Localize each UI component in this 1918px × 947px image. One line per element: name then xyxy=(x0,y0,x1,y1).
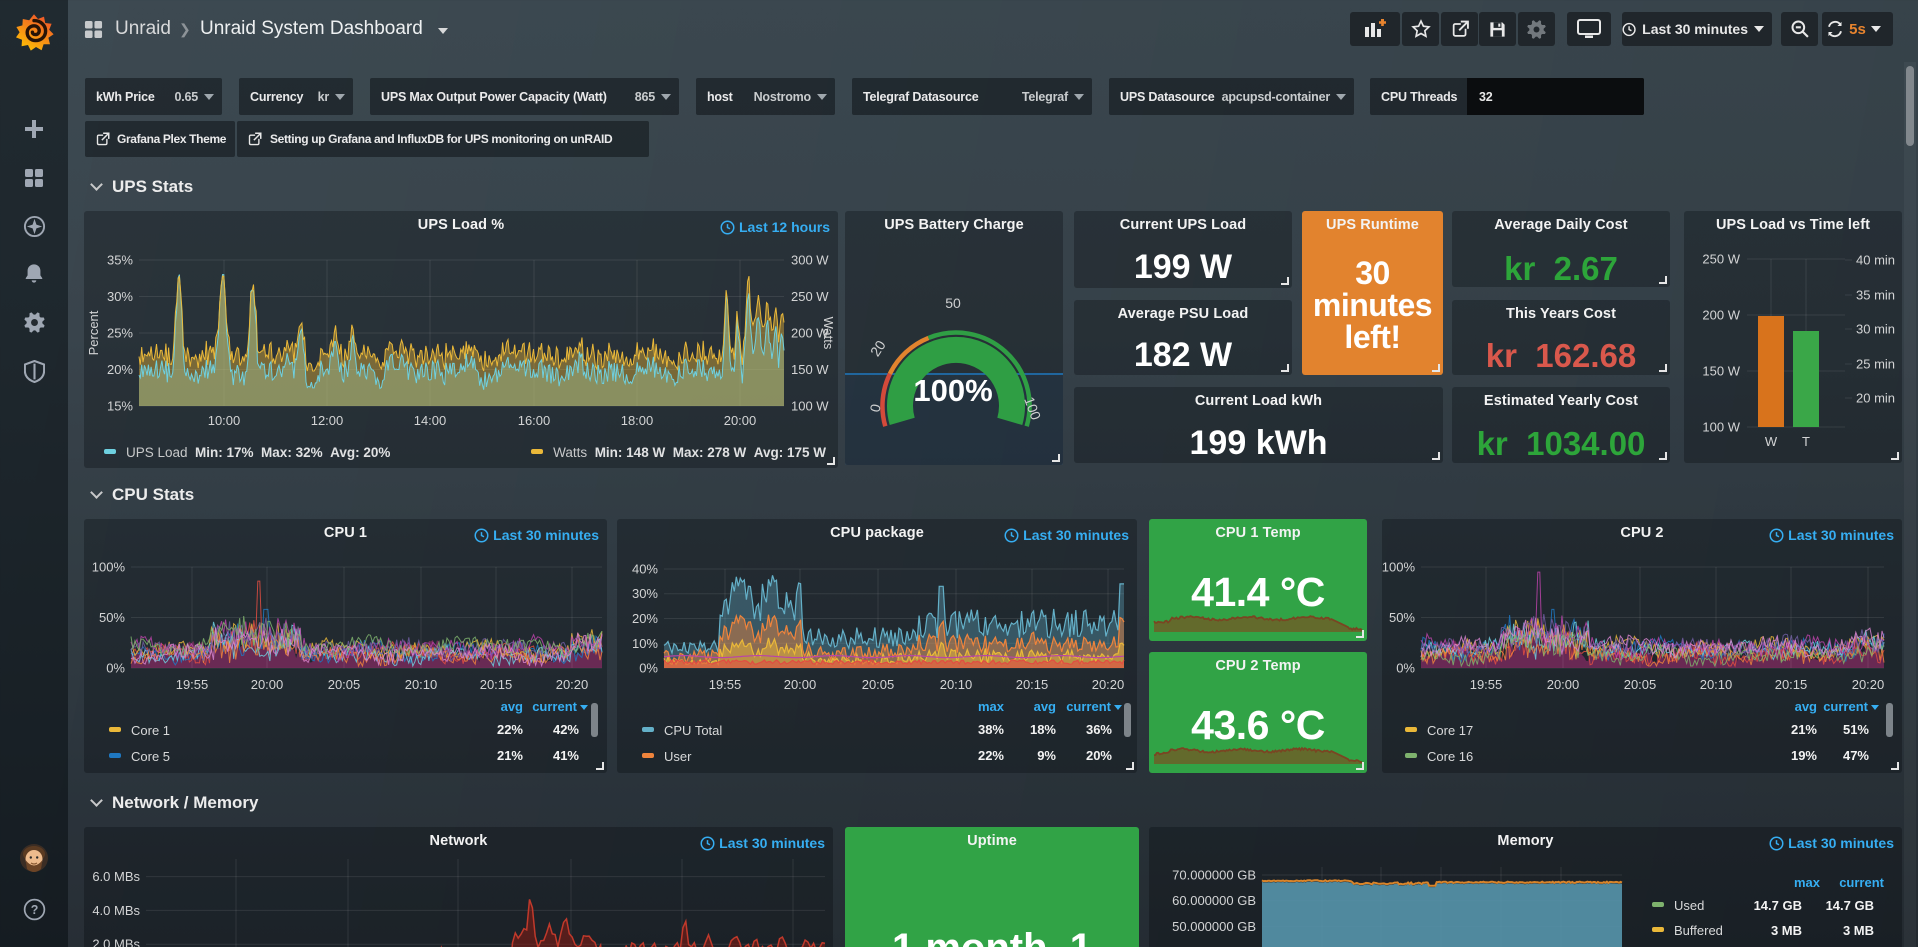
svg-text:0%: 0% xyxy=(106,661,125,676)
svg-text:20:00: 20:00 xyxy=(784,677,817,692)
svg-text:20:20: 20:20 xyxy=(1092,677,1125,692)
svg-text:19:55: 19:55 xyxy=(1470,677,1503,692)
svg-text:150 W: 150 W xyxy=(1702,364,1740,379)
svg-text:?: ? xyxy=(31,903,39,917)
svg-text:40 min: 40 min xyxy=(1856,253,1895,268)
svg-text:150 W: 150 W xyxy=(791,362,829,377)
svg-text:20:15: 20:15 xyxy=(1016,677,1049,692)
svg-text:20:00: 20:00 xyxy=(251,677,284,692)
svg-text:14:00: 14:00 xyxy=(414,413,447,428)
svg-text:70.000000 GB: 70.000000 GB xyxy=(1172,868,1256,883)
svg-text:20:15: 20:15 xyxy=(480,677,513,692)
svg-text:T: T xyxy=(1802,434,1810,449)
svg-text:20:05: 20:05 xyxy=(328,677,361,692)
svg-text:250 W: 250 W xyxy=(791,289,829,304)
svg-text:19:55: 19:55 xyxy=(709,677,742,692)
svg-text:6.0 MBs: 6.0 MBs xyxy=(92,869,140,884)
svg-text:25%: 25% xyxy=(107,326,133,341)
svg-text:20 min: 20 min xyxy=(1856,391,1895,406)
svg-text:18:00: 18:00 xyxy=(621,413,654,428)
svg-text:20:10: 20:10 xyxy=(405,677,438,692)
svg-text:100%: 100% xyxy=(1382,560,1415,575)
svg-text:2.0 MBs: 2.0 MBs xyxy=(92,937,140,947)
svg-text:20:00: 20:00 xyxy=(724,413,757,428)
svg-text:20:00: 20:00 xyxy=(1547,677,1580,692)
svg-text:19:55: 19:55 xyxy=(176,677,209,692)
svg-text:20:10: 20:10 xyxy=(1700,677,1733,692)
svg-text:50%: 50% xyxy=(99,610,125,625)
svg-text:60.000000 GB: 60.000000 GB xyxy=(1172,893,1256,908)
svg-text:35%: 35% xyxy=(107,253,133,268)
svg-text:50.000000 GB: 50.000000 GB xyxy=(1172,919,1256,934)
svg-text:300 W: 300 W xyxy=(791,253,829,268)
svg-text:10:00: 10:00 xyxy=(208,413,241,428)
svg-text:4.0 MBs: 4.0 MBs xyxy=(92,903,140,918)
svg-text:35 min: 35 min xyxy=(1856,288,1895,303)
svg-text:30%: 30% xyxy=(107,289,133,304)
svg-text:100 W: 100 W xyxy=(791,399,829,414)
svg-text:30 min: 30 min xyxy=(1856,322,1895,337)
svg-text:250 W: 250 W xyxy=(1702,252,1740,267)
svg-text:15%: 15% xyxy=(107,399,133,414)
svg-text:20:10: 20:10 xyxy=(940,677,973,692)
svg-text:Percent: Percent xyxy=(86,310,101,355)
svg-text:20:05: 20:05 xyxy=(1624,677,1657,692)
svg-text:40%: 40% xyxy=(632,562,658,577)
svg-text:25 min: 25 min xyxy=(1856,357,1895,372)
svg-text:30%: 30% xyxy=(632,586,658,601)
svg-text:100%: 100% xyxy=(92,560,126,575)
svg-text:100 W: 100 W xyxy=(1702,420,1740,435)
svg-text:20:05: 20:05 xyxy=(862,677,895,692)
svg-text:Watts: Watts xyxy=(821,317,836,350)
svg-text:20:20: 20:20 xyxy=(1852,677,1885,692)
svg-text:20:20: 20:20 xyxy=(556,677,589,692)
svg-text:16:00: 16:00 xyxy=(518,413,551,428)
svg-text:20%: 20% xyxy=(632,611,658,626)
svg-text:0%: 0% xyxy=(1396,661,1415,676)
svg-text:W: W xyxy=(1765,434,1778,449)
svg-text:20: 20 xyxy=(867,337,889,359)
svg-text:0%: 0% xyxy=(639,661,658,676)
svg-text:20:15: 20:15 xyxy=(1775,677,1808,692)
svg-text:100%: 100% xyxy=(913,373,992,408)
svg-text:50: 50 xyxy=(945,295,961,311)
svg-text:200 W: 200 W xyxy=(1702,308,1740,323)
svg-text:12:00: 12:00 xyxy=(311,413,344,428)
svg-text:50%: 50% xyxy=(1389,610,1415,625)
svg-text:20%: 20% xyxy=(107,362,133,377)
svg-text:10%: 10% xyxy=(632,636,658,651)
